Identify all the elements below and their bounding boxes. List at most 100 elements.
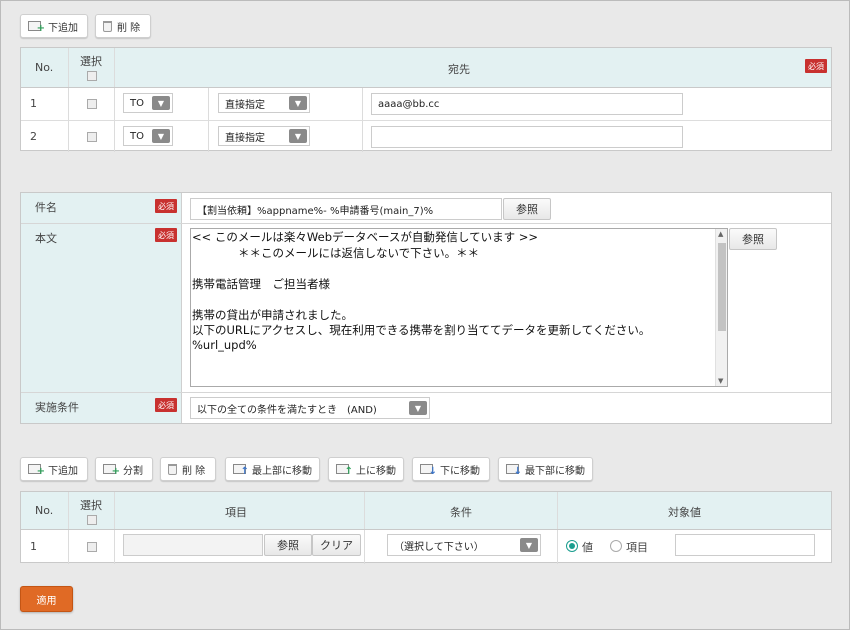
apply-button[interactable]: 適用 — [20, 586, 73, 612]
subject-label: 件名 — [35, 201, 57, 214]
condition-required-badge: 必須 — [155, 398, 177, 412]
move-up-label: 上に移動 — [356, 465, 396, 477]
chevron-down-icon: ▼ — [520, 538, 538, 552]
row-checkbox[interactable] — [87, 99, 97, 109]
condition-row: 1 参照 クリア （選択して下さい） ▼ 値 項目 — [21, 530, 831, 564]
row-select-cell — [68, 88, 114, 120]
row-select-cell — [68, 530, 114, 564]
row-no: 1 — [30, 540, 37, 553]
recipients-header: No. 選択 宛先 必須 — [21, 48, 831, 88]
subject-value: 【割当依頼】%appname%- %申請番号(main_7)% — [197, 205, 434, 217]
recipient-type-value: TO — [130, 130, 144, 142]
delete-label: 削 除 — [117, 22, 141, 34]
header-item: 項目 — [225, 506, 247, 519]
move-bottom-icon: ↓ — [506, 463, 522, 477]
item-ref-button[interactable]: 参照 — [264, 534, 312, 556]
subject-ref-button[interactable]: 参照 — [503, 198, 551, 220]
row-checkbox[interactable] — [87, 132, 97, 142]
move-up-button[interactable]: ↑ 上に移動 — [328, 457, 404, 481]
split-icon: + — [103, 463, 120, 477]
required-badge: 必須 — [805, 59, 827, 73]
recipient-address-input[interactable] — [371, 126, 683, 148]
body-textarea[interactable]: << このメールは楽々Webデータベースが自動発信しています >> ＊＊このメー… — [190, 228, 728, 387]
scroll-down-icon[interactable]: ▼ — [718, 377, 723, 385]
recipient-method-select[interactable]: 直接指定 ▼ — [218, 126, 310, 146]
header-target: 対象値 — [668, 506, 701, 519]
value-radio[interactable] — [566, 540, 578, 552]
body-text-line: << このメールは楽々Webデータベースが自動発信しています >> — [192, 230, 539, 244]
recipient-row: 2 TO ▼ 直接指定 ▼ — [21, 120, 831, 152]
body-text-line: 申請情報 — [192, 384, 713, 386]
move-to-bottom-button[interactable]: ↓ 最下部に移動 — [498, 457, 593, 481]
add-row-icon: + — [28, 20, 45, 34]
delete-button[interactable]: 削 除 — [95, 14, 151, 38]
item-clear-button[interactable]: クリア — [312, 534, 361, 556]
body-text-line: 以下のURLにアクセスし、現在利用できる携帯を割り当ててデータを更新してください… — [192, 323, 651, 337]
recipient-row: 1 TO ▼ 直接指定 ▼ aaaa@bb.cc — [21, 88, 831, 120]
split-button[interactable]: + 分割 — [95, 457, 153, 481]
cond-add-below-button[interactable]: + 下追加 — [20, 457, 88, 481]
row-target-cell: 値 項目 — [557, 530, 831, 564]
move-top-icon: ↑ — [233, 463, 249, 477]
recipient-method-select[interactable]: 直接指定 ▼ — [218, 93, 310, 113]
row-method-cell: 直接指定 ▼ — [208, 121, 362, 152]
divider — [21, 223, 831, 224]
scrollbar-thumb[interactable] — [718, 243, 726, 331]
row-value-cell — [362, 121, 831, 152]
move-top-label: 最上部に移動 — [252, 465, 312, 477]
select-all-checkbox[interactable] — [87, 515, 97, 525]
header-item-cell: 項目 — [114, 492, 364, 529]
header-dest-cell: 宛先 必須 — [114, 48, 831, 87]
row-no: 1 — [30, 97, 37, 110]
condition-select[interactable]: 以下の全ての条件を満たすとき (AND) ▼ — [190, 397, 430, 419]
chevron-down-icon: ▼ — [289, 129, 307, 143]
move-down-icon: ↓ — [420, 463, 437, 477]
split-label: 分割 — [123, 465, 143, 477]
recipient-address-value: aaaa@bb.cc — [378, 98, 440, 110]
textarea-scrollbar[interactable]: ▲ ▼ — [715, 229, 727, 386]
row-type-cell: TO ▼ — [114, 88, 208, 120]
add-below-button[interactable]: + 下追加 — [20, 14, 88, 38]
body-ref-button[interactable]: 参照 — [729, 228, 777, 250]
mail-form: 件名 必須 【割当依頼】%appname%- %申請番号(main_7)% 参照… — [20, 192, 832, 424]
row-value-cell: aaaa@bb.cc — [362, 88, 831, 120]
trash-icon — [103, 20, 112, 32]
operator-select-value: （選択して下さい） — [394, 541, 484, 553]
conditions-header: No. 選択 項目 条件 対象値 — [21, 492, 831, 530]
move-down-button[interactable]: ↓ 下に移動 — [412, 457, 490, 481]
body-text-line: ＊＊このメールには返信しないで下さい。＊＊ — [192, 245, 480, 260]
operator-select[interactable]: （選択して下さい） ▼ — [387, 534, 541, 556]
row-type-cell: TO ▼ — [114, 121, 208, 152]
chevron-down-icon: ▼ — [152, 96, 170, 110]
cond-delete-label: 削 除 — [182, 465, 206, 477]
item-radio-label: 項目 — [626, 541, 648, 554]
header-cond-cell: 条件 — [364, 492, 557, 529]
move-to-top-button[interactable]: ↑ 最上部に移動 — [225, 457, 320, 481]
select-all-checkbox[interactable] — [87, 71, 97, 81]
row-cond-cell: （選択して下さい） ▼ — [364, 530, 557, 564]
row-item-cell: 参照 クリア — [114, 530, 364, 564]
header-no: No. — [35, 61, 54, 74]
recipient-address-input[interactable]: aaaa@bb.cc — [371, 93, 683, 115]
move-up-icon: ↑ — [336, 463, 353, 477]
subject-required-badge: 必須 — [155, 199, 177, 213]
row-no: 2 — [30, 130, 37, 143]
recipient-type-select[interactable]: TO ▼ — [123, 126, 173, 146]
row-method-cell: 直接指定 ▼ — [208, 88, 362, 120]
body-label: 本文 — [35, 232, 57, 245]
header-target-cell: 対象値 — [557, 492, 831, 529]
recipient-type-select[interactable]: TO ▼ — [123, 93, 173, 113]
chevron-down-icon: ▼ — [289, 96, 307, 110]
header-cond: 条件 — [450, 506, 472, 519]
subject-input[interactable]: 【割当依頼】%appname%- %申請番号(main_7)% — [190, 198, 502, 220]
recipients-table: No. 選択 宛先 必須 1 TO ▼ 直接指定 ▼ aaaa@bb.cc 2 TO… — [20, 47, 832, 152]
scroll-up-icon[interactable]: ▲ — [718, 230, 723, 238]
item-radio[interactable] — [610, 540, 622, 552]
item-input[interactable] — [123, 534, 263, 556]
row-checkbox[interactable] — [87, 542, 97, 552]
add-below-label: 下追加 — [48, 22, 78, 34]
target-value-input[interactable] — [675, 534, 815, 556]
cond-delete-button[interactable]: 削 除 — [160, 457, 216, 481]
condition-select-value: 以下の全ての条件を満たすとき (AND) — [197, 404, 377, 416]
chevron-down-icon: ▼ — [409, 401, 427, 415]
